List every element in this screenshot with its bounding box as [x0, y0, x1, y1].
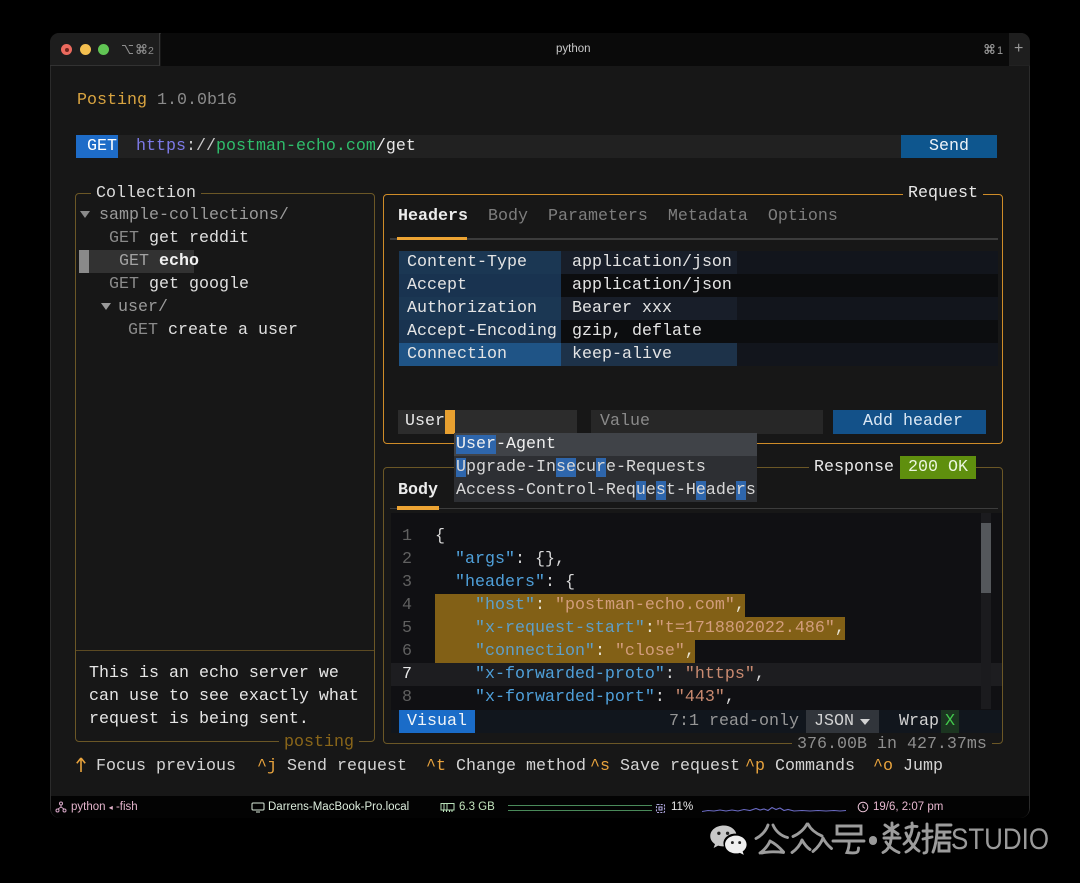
- svg-text:1: 1: [997, 45, 1003, 57]
- svg-text:2: 2: [148, 45, 154, 57]
